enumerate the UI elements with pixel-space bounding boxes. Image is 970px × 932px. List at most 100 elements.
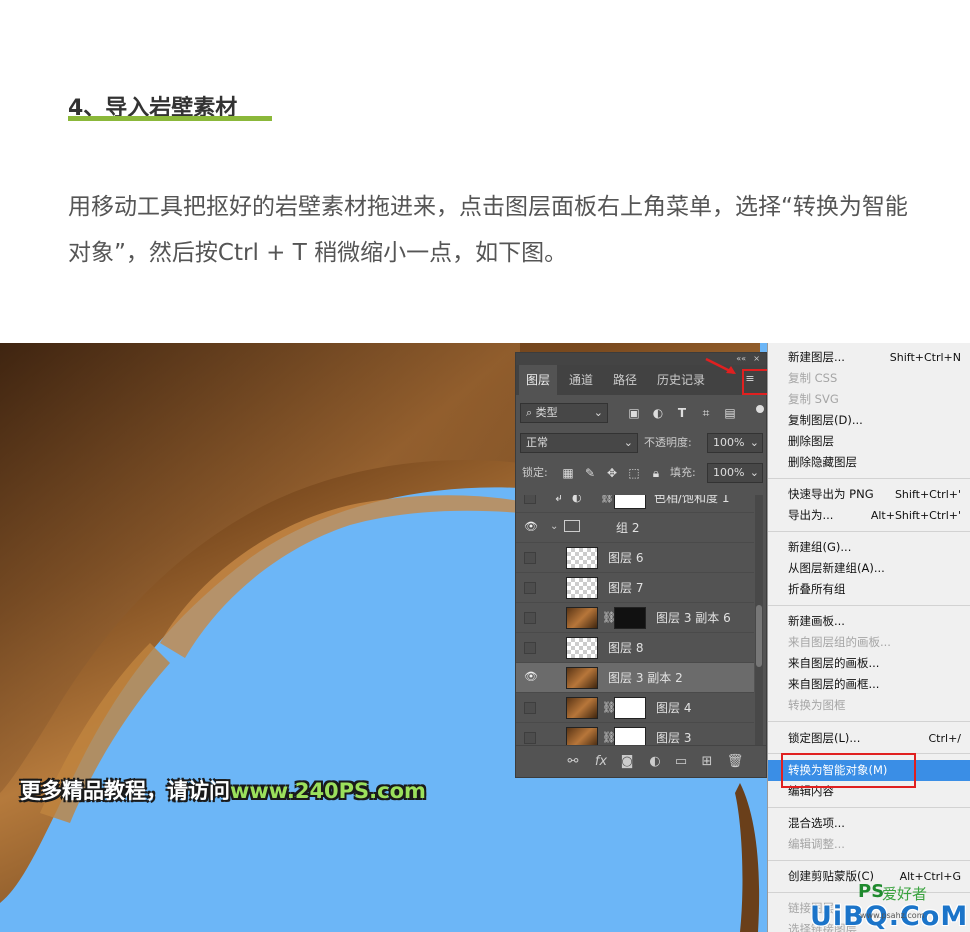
layer-thumbnail [566,577,598,599]
layers-panel-menu: 新建图层... Shift+Ctrl+N 复制 CSS 复制 SVG 复制图层(… [767,343,970,932]
chain-link-icon: ⛓ [600,495,614,504]
layer-thumbnail [566,547,598,569]
visibility-toggle[interactable] [524,642,536,654]
layer-row-layer-3[interactable]: ⛓ 图层 3 [516,723,754,746]
menu-separator [768,531,970,532]
adjustment-icon[interactable]: ◐ [646,754,664,769]
annotation-highlight-menu [742,369,770,395]
layer-mask-thumbnail [614,495,646,509]
layer-row-layer-8[interactable]: 图层 8 [516,633,754,663]
menu-item-delete-hidden-layers[interactable]: 删除隐藏图层 [768,452,970,473]
menu-item-delete-layer[interactable]: 删除图层 [768,431,970,452]
layer-thumbnail [566,637,598,659]
folder-icon [564,520,580,532]
clip-arrow-icon: ↲ [554,495,564,504]
layer-row-hue-saturation[interactable]: ↲ ◐ ⛓ 色相/饱和度 1 [516,495,754,513]
visibility-toggle[interactable] [524,612,536,624]
eye-icon[interactable]: 👁︎ [524,521,538,534]
layer-list-scrollbar[interactable] [755,495,763,745]
opacity-input[interactable]: 100% ⌄ [707,433,763,453]
site-logo: PS 爱好者 UiBQ.CoM www.psahz.com [810,881,969,932]
layer-row-layer-7[interactable]: 图层 7 [516,573,754,603]
new-group-icon[interactable]: ▭ [672,754,690,769]
search-icon: ⌕ [526,406,536,419]
panel-bottom-toolbar: ⚯ fx ◙ ◐ ▭ ⊞ 🗑︎ [516,745,766,777]
menu-item-lock-layers[interactable]: 锁定图层(L)... Ctrl+/ [768,728,970,749]
scroll-thumb[interactable] [756,605,762,667]
fill-input[interactable]: 100% ⌄ [707,463,763,483]
lock-position-icon[interactable]: ✥ [604,465,620,481]
eye-icon[interactable]: 👁︎ [524,671,538,684]
shape-filter-icon[interactable]: ⌗ [698,405,714,421]
layer-row-layer-3-copy-2[interactable]: 👁︎ 图层 3 副本 2 [516,663,754,693]
visibility-toggle[interactable] [524,552,536,564]
chevron-down-icon: ⌄ [749,466,759,479]
red-arrow-icon [705,357,736,375]
filter-toggle[interactable] [756,405,764,413]
menu-item-frame-from-layers[interactable]: 来自图层的画框... [768,674,970,695]
lock-all-icon[interactable]: 🔒︎ [648,465,664,481]
tab-paths[interactable]: 路径 [606,365,644,395]
menu-item-new-artboard[interactable]: 新建画板... [768,611,970,632]
menu-item-new-layer[interactable]: 新建图层... Shift+Ctrl+N [768,347,970,368]
visibility-toggle[interactable] [524,702,536,714]
adjustment-filter-icon[interactable]: ◐ [650,405,666,421]
layers-panel: «« × 图层 通道 路径 历史记录 ≡ ⌕ 类型 ⌄ ▣ ◐ T ⌗ ▤ 正常… [515,352,770,778]
menu-item-export-as[interactable]: 导出为... Alt+Shift+Ctrl+' [768,505,970,526]
visibility-toggle[interactable] [524,495,536,504]
link-layers-icon[interactable]: ⚯ [564,754,582,769]
menu-item-artboard-from-group[interactable]: 来自图层组的画板... [768,632,970,653]
layer-mask-thumbnail [614,697,646,719]
tab-layers[interactable]: 图层 [519,365,557,395]
image-filter-icon[interactable]: ▣ [626,405,642,421]
visibility-toggle[interactable] [524,732,536,744]
fx-icon[interactable]: fx [592,754,610,769]
layer-name: 图层 6 [608,551,644,565]
menu-item-edit-adjustment[interactable]: 编辑调整... [768,834,970,855]
fill-label: 填充: [670,466,696,479]
tutorial-watermark: 更多精品教程，请访问www.240PS.com [20,779,426,803]
tab-channels[interactable]: 通道 [562,365,600,395]
menu-separator [768,605,970,606]
menu-item-blending-options[interactable]: 混合选项... [768,813,970,834]
text-filter-icon[interactable]: T [674,405,690,421]
opacity-label: 不透明度: [644,436,692,449]
menu-item-collapse-all-groups[interactable]: 折叠所有组 [768,579,970,600]
layer-row-layer-6[interactable]: 图层 6 [516,543,754,573]
close-panel-button[interactable]: × [753,353,760,365]
lock-artboard-icon[interactable]: ⬚ [626,465,642,481]
smart-object-thumbnail [566,667,598,689]
layer-row-group-2[interactable]: 👁︎ ⌄ 组 2 [516,513,754,543]
adjustment-icon: ◐ [572,495,582,504]
trash-icon[interactable]: 🗑︎ [726,754,744,769]
menu-item-new-group[interactable]: 新建组(G)... [768,537,970,558]
lock-brush-icon[interactable]: ✎ [582,465,598,481]
blend-mode-select[interactable]: 正常 ⌄ [520,433,638,453]
layer-mask-thumbnail [614,727,646,746]
layer-list: ↲ ◐ ⛓ 色相/饱和度 1 👁︎ ⌄ 组 2 图层 6 图层 7 ⛓ 图层 3… [516,495,754,746]
layer-row-layer-4[interactable]: ⛓ 图层 4 [516,693,754,723]
layer-thumbnail [566,607,598,629]
tab-history[interactable]: 历史记录 [650,365,712,395]
add-mask-icon[interactable]: ◙ [618,754,636,769]
menu-item-duplicate-layer[interactable]: 复制图层(D)... [768,410,970,431]
menu-item-convert-to-frame[interactable]: 转换为图框 [768,695,970,716]
chevron-down-icon: ⌄ [623,436,633,449]
menu-item-copy-css[interactable]: 复制 CSS [768,368,970,389]
annotation-highlight-smart-object [781,753,916,788]
chevron-down-icon[interactable]: ⌄ [550,521,558,532]
menu-item-quick-export-png[interactable]: 快速导出为 PNG Shift+Ctrl+' [768,484,970,505]
visibility-toggle[interactable] [524,582,536,594]
menu-separator [768,721,970,722]
menu-item-group-from-layers[interactable]: 从图层新建组(A)... [768,558,970,579]
smartobject-filter-icon[interactable]: ▤ [722,405,738,421]
layer-name: 图层 7 [608,581,644,595]
layer-name: 色相/饱和度 1 [654,495,730,505]
layer-row-layer-3-copy-6[interactable]: ⛓ 图层 3 副本 6 [516,603,754,633]
filter-dropdown[interactable]: ⌕ 类型 ⌄ [520,403,608,423]
new-layer-icon[interactable]: ⊞ [698,754,716,769]
menu-separator [768,478,970,479]
menu-item-copy-svg[interactable]: 复制 SVG [768,389,970,410]
menu-item-artboard-from-layers[interactable]: 来自图层的画板... [768,653,970,674]
lock-transparent-icon[interactable]: ▦ [560,465,576,481]
